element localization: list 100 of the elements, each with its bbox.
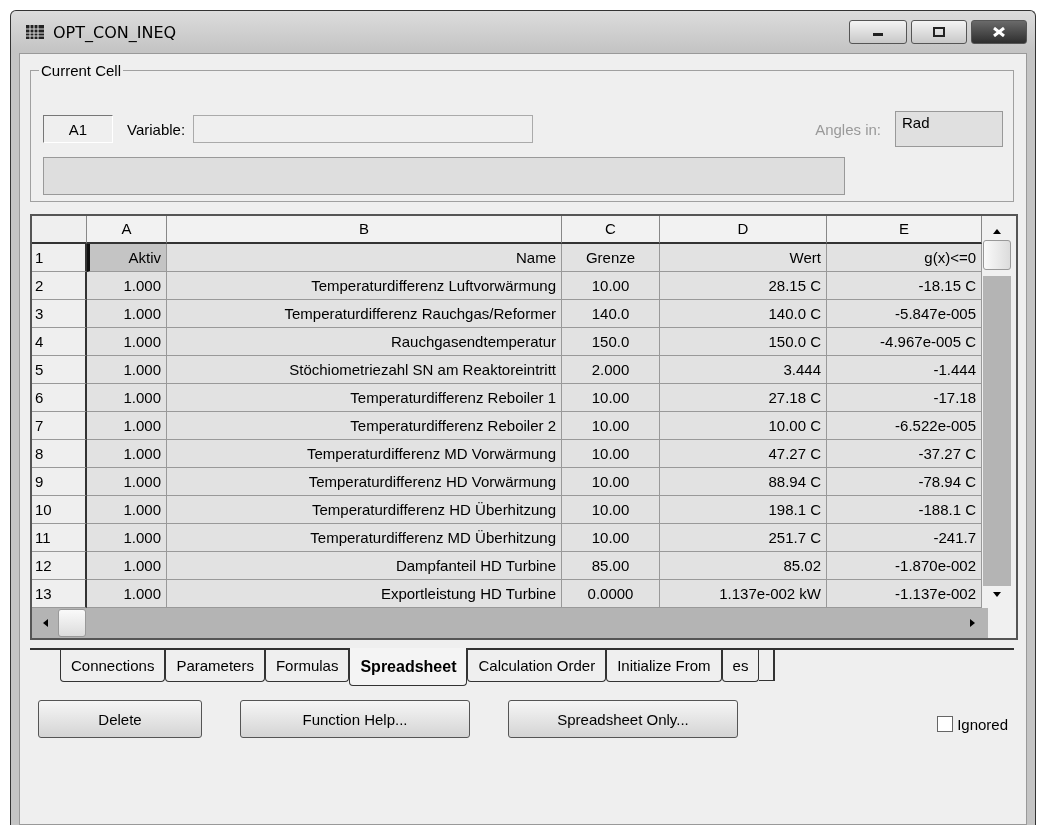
tab[interactable]: Connections bbox=[60, 650, 166, 682]
column-header[interactable]: C bbox=[562, 216, 660, 244]
tab[interactable]: Initialize From bbox=[606, 650, 722, 682]
table-cell: Wert bbox=[660, 244, 827, 272]
table-cell: 150.0 C bbox=[660, 328, 827, 356]
table-cell: -1.444 bbox=[827, 356, 982, 384]
table-cell: g(x)<=0 bbox=[827, 244, 982, 272]
table-cell: -37.27 C bbox=[827, 440, 982, 468]
column-header[interactable]: B bbox=[167, 216, 562, 244]
table-cell: 10.00 bbox=[562, 496, 660, 524]
row-header[interactable]: 4 bbox=[32, 328, 87, 356]
tab[interactable]: es bbox=[721, 650, 760, 682]
table-cell: 10.00 bbox=[562, 384, 660, 412]
table-cell: Temperaturdifferenz Reboiler 1 bbox=[167, 384, 562, 412]
table-cell: Aktiv bbox=[87, 244, 167, 272]
variable-label: Variable: bbox=[127, 120, 186, 138]
right-arrow-icon bbox=[970, 618, 976, 628]
table-cell: -4.967e-005 C bbox=[827, 328, 982, 356]
table-cell: Temperaturdifferenz MD Überhitzung bbox=[167, 524, 562, 552]
row-header[interactable]: 12 bbox=[32, 552, 87, 580]
table-cell: 150.0 bbox=[562, 328, 660, 356]
table-cell: 251.7 C bbox=[660, 524, 827, 552]
table-cell: -17.18 bbox=[827, 384, 982, 412]
left-arrow-icon bbox=[42, 618, 48, 628]
table-cell: Rauchgasendtemperatur bbox=[167, 328, 562, 356]
row-header[interactable]: 5 bbox=[32, 356, 87, 384]
checkbox-label: Ignored bbox=[957, 715, 1008, 733]
row-header[interactable]: 10 bbox=[32, 496, 87, 524]
angles-field[interactable]: Rad bbox=[895, 111, 1003, 147]
table-cell: 10.00 bbox=[562, 440, 660, 468]
scroll-thumb[interactable] bbox=[58, 609, 86, 637]
table-cell: -18.15 C bbox=[827, 272, 982, 300]
tab[interactable]: Parameters bbox=[165, 650, 265, 682]
table-cell: 10.00 bbox=[562, 412, 660, 440]
row-header[interactable]: 3 bbox=[32, 300, 87, 328]
close-button[interactable] bbox=[971, 20, 1027, 44]
table-cell: 1.000 bbox=[87, 384, 167, 412]
column-header[interactable]: A bbox=[87, 216, 167, 244]
table-cell: 1.000 bbox=[87, 328, 167, 356]
table-cell: Stöchiometriezahl SN am Reaktoreintritt bbox=[167, 356, 562, 384]
table-cell: Grenze bbox=[562, 244, 660, 272]
push-button[interactable]: Function Help... bbox=[240, 700, 470, 738]
minimize-button[interactable] bbox=[849, 20, 907, 44]
up-arrow-icon bbox=[992, 228, 1002, 234]
table-cell: -1.137e-002 bbox=[827, 580, 982, 608]
ignored-checkbox[interactable] bbox=[937, 716, 954, 732]
table-cell: 10.00 bbox=[562, 272, 660, 300]
row-header[interactable]: 1 bbox=[32, 244, 87, 272]
formula-field[interactable] bbox=[43, 157, 845, 195]
down-arrow-icon bbox=[992, 592, 1002, 598]
table-cell: 47.27 C bbox=[660, 440, 827, 468]
table-cell: 85.02 bbox=[660, 552, 827, 580]
table-cell: 85.00 bbox=[562, 552, 660, 580]
table-cell: Temperaturdifferenz HD Vorwärmung bbox=[167, 468, 562, 496]
table-cell: Exportleistung HD Turbine bbox=[167, 580, 562, 608]
table-cell: -188.1 C bbox=[827, 496, 982, 524]
group-legend: Current Cell bbox=[39, 62, 124, 79]
table-cell: 2.000 bbox=[562, 356, 660, 384]
variable-field[interactable] bbox=[193, 115, 534, 143]
row-header[interactable]: 2 bbox=[32, 272, 87, 300]
table-cell: 1.137e-002 kW bbox=[660, 580, 827, 608]
table-cell: Name bbox=[167, 244, 562, 272]
table-cell: 140.0 bbox=[562, 300, 660, 328]
table-cell: 1.000 bbox=[87, 468, 167, 496]
angles-label: Angles in: bbox=[815, 120, 881, 138]
grid-icon bbox=[25, 24, 45, 40]
table-cell: 0.0000 bbox=[562, 580, 660, 608]
column-header[interactable]: D bbox=[660, 216, 827, 244]
row-header[interactable]: 6 bbox=[32, 384, 87, 412]
tab[interactable]: Calculation Order bbox=[467, 650, 607, 682]
column-header[interactable]: E bbox=[827, 216, 982, 244]
tab[interactable]: Formulas bbox=[264, 650, 350, 682]
table-cell: -6.522e-005 bbox=[827, 412, 982, 440]
row-header[interactable]: 13 bbox=[32, 580, 87, 608]
table-cell: Dampfanteil HD Turbine bbox=[167, 552, 562, 580]
table-cell: -5.847e-005 bbox=[827, 300, 982, 328]
table-cell: 27.18 C bbox=[660, 384, 827, 412]
table-cell: 28.15 C bbox=[660, 272, 827, 300]
scroll-thumb[interactable] bbox=[983, 240, 1011, 270]
row-header[interactable]: 9 bbox=[32, 468, 87, 496]
table-cell: 1.000 bbox=[87, 356, 167, 384]
horizontal-scrollbar[interactable] bbox=[32, 608, 1016, 638]
maximize-button[interactable] bbox=[911, 20, 967, 44]
row-header[interactable]: 7 bbox=[32, 412, 87, 440]
table-cell: 1.000 bbox=[87, 552, 167, 580]
table-cell: 1.000 bbox=[87, 580, 167, 608]
table-cell: 140.0 C bbox=[660, 300, 827, 328]
table-cell: 1.000 bbox=[87, 412, 167, 440]
table-cell: 10.00 bbox=[562, 468, 660, 496]
table-cell: 10.00 C bbox=[660, 412, 827, 440]
table-cell: -1.870e-002 bbox=[827, 552, 982, 580]
row-header[interactable]: 8 bbox=[32, 440, 87, 468]
row-header[interactable]: 11 bbox=[32, 524, 87, 552]
push-button[interactable]: Spreadsheet Only... bbox=[508, 700, 738, 738]
table-cell: Temperaturdifferenz MD Vorwärmung bbox=[167, 440, 562, 468]
table-cell: 3.444 bbox=[660, 356, 827, 384]
table-cell: Temperaturdifferenz Reboiler 2 bbox=[167, 412, 562, 440]
push-button[interactable]: Delete bbox=[38, 700, 202, 738]
window-title: OPT_CON_INEQ bbox=[53, 22, 177, 42]
tab[interactable]: Spreadsheet bbox=[349, 648, 468, 686]
